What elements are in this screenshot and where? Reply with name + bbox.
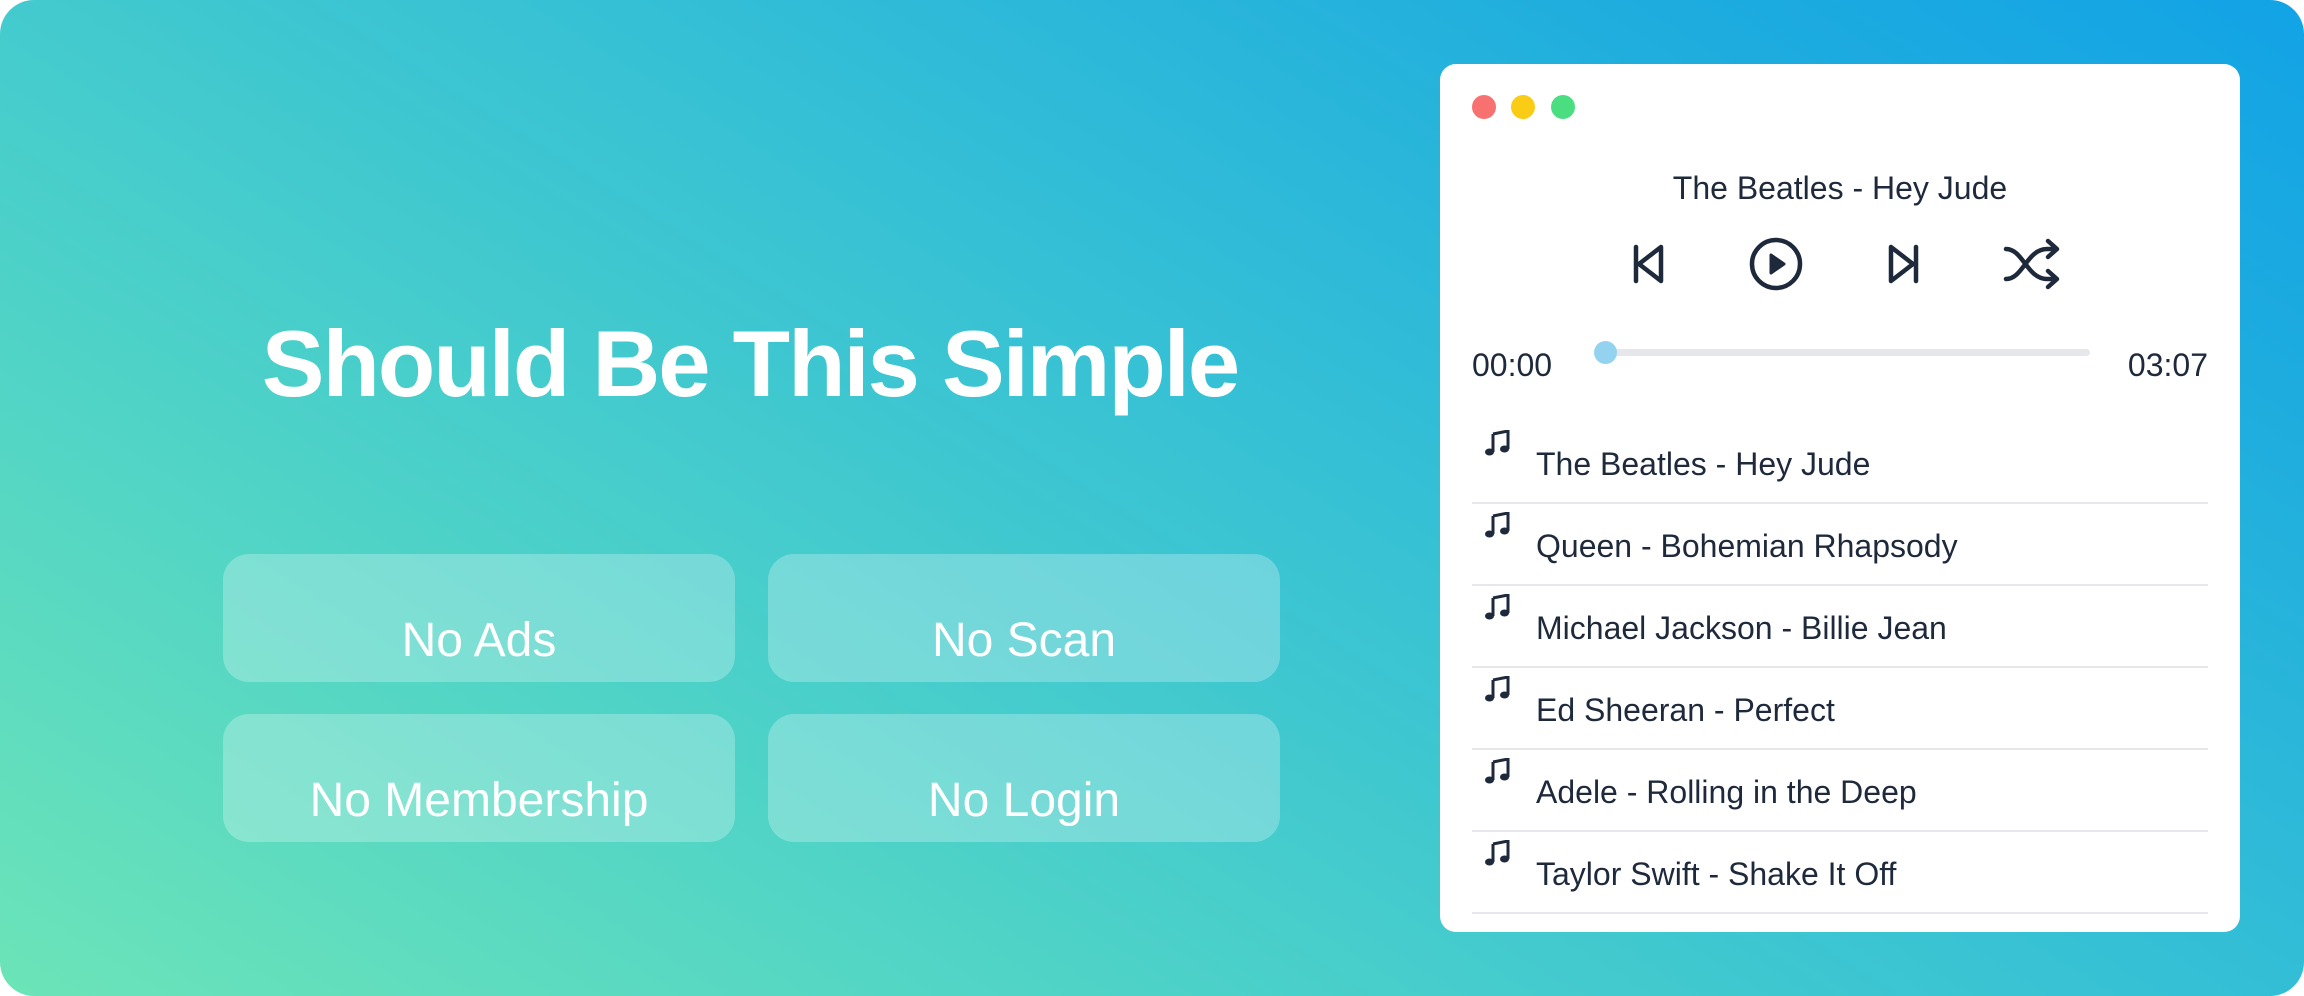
minimize-dot[interactable] bbox=[1511, 95, 1535, 119]
song-title: Queen - Bohemian Rhapsody bbox=[1536, 528, 1958, 564]
playlist: The Beatles - Hey Jude Queen - Bohemian … bbox=[1472, 422, 2208, 914]
previous-track-button[interactable] bbox=[1620, 235, 1680, 295]
music-note-icon bbox=[1484, 512, 1512, 540]
playlist-item[interactable]: Queen - Bohemian Rhapsody bbox=[1472, 504, 2208, 586]
shuffle-button[interactable] bbox=[2003, 235, 2063, 295]
progress-handle[interactable] bbox=[1594, 341, 1617, 364]
music-note-icon bbox=[1484, 676, 1512, 704]
now-playing-title: The Beatles - Hey Jude bbox=[1672, 170, 2008, 206]
headline: Should Be This Simple bbox=[261, 311, 1240, 416]
feature-no-scan: No Scan bbox=[768, 554, 1280, 682]
play-icon bbox=[1749, 237, 1803, 291]
playlist-item[interactable]: The Beatles - Hey Jude bbox=[1472, 422, 2208, 504]
music-note-icon bbox=[1484, 430, 1512, 458]
feature-no-ads: No Ads bbox=[223, 554, 735, 682]
song-title: Michael Jackson - Billie Jean bbox=[1536, 610, 1947, 646]
next-track-button[interactable] bbox=[1872, 235, 1932, 295]
play-button[interactable] bbox=[1746, 235, 1806, 295]
skip-forward-icon bbox=[1888, 244, 1919, 284]
hero-banner: Should Be This Simple No Ads No Scan No … bbox=[0, 0, 2304, 996]
feature-no-membership: No Membership bbox=[223, 714, 735, 842]
playlist-item[interactable]: Ed Sheeran - Perfect bbox=[1472, 668, 2208, 750]
maximize-dot[interactable] bbox=[1551, 95, 1575, 119]
total-time: 03:07 bbox=[2127, 347, 2208, 383]
progress-slider[interactable] bbox=[1594, 341, 2090, 364]
song-title: Adele - Rolling in the Deep bbox=[1536, 774, 1917, 810]
playlist-item[interactable]: Taylor Swift - Shake It Off bbox=[1472, 832, 2208, 914]
shuffle-icon bbox=[2003, 238, 2060, 290]
feature-no-login: No Login bbox=[768, 714, 1280, 842]
music-note-icon bbox=[1484, 758, 1512, 786]
music-note-icon bbox=[1484, 594, 1512, 622]
song-title: The Beatles - Hey Jude bbox=[1536, 446, 1871, 482]
elapsed-time: 00:00 bbox=[1472, 347, 1553, 383]
song-title: Taylor Swift - Shake It Off bbox=[1536, 856, 1897, 892]
playlist-item[interactable]: Michael Jackson - Billie Jean bbox=[1472, 586, 2208, 668]
song-title: Ed Sheeran - Perfect bbox=[1536, 692, 1835, 728]
playlist-item[interactable]: Adele - Rolling in the Deep bbox=[1472, 750, 2208, 832]
close-dot[interactable] bbox=[1472, 95, 1496, 119]
skip-back-icon bbox=[1633, 244, 1664, 284]
music-note-icon bbox=[1484, 840, 1512, 868]
